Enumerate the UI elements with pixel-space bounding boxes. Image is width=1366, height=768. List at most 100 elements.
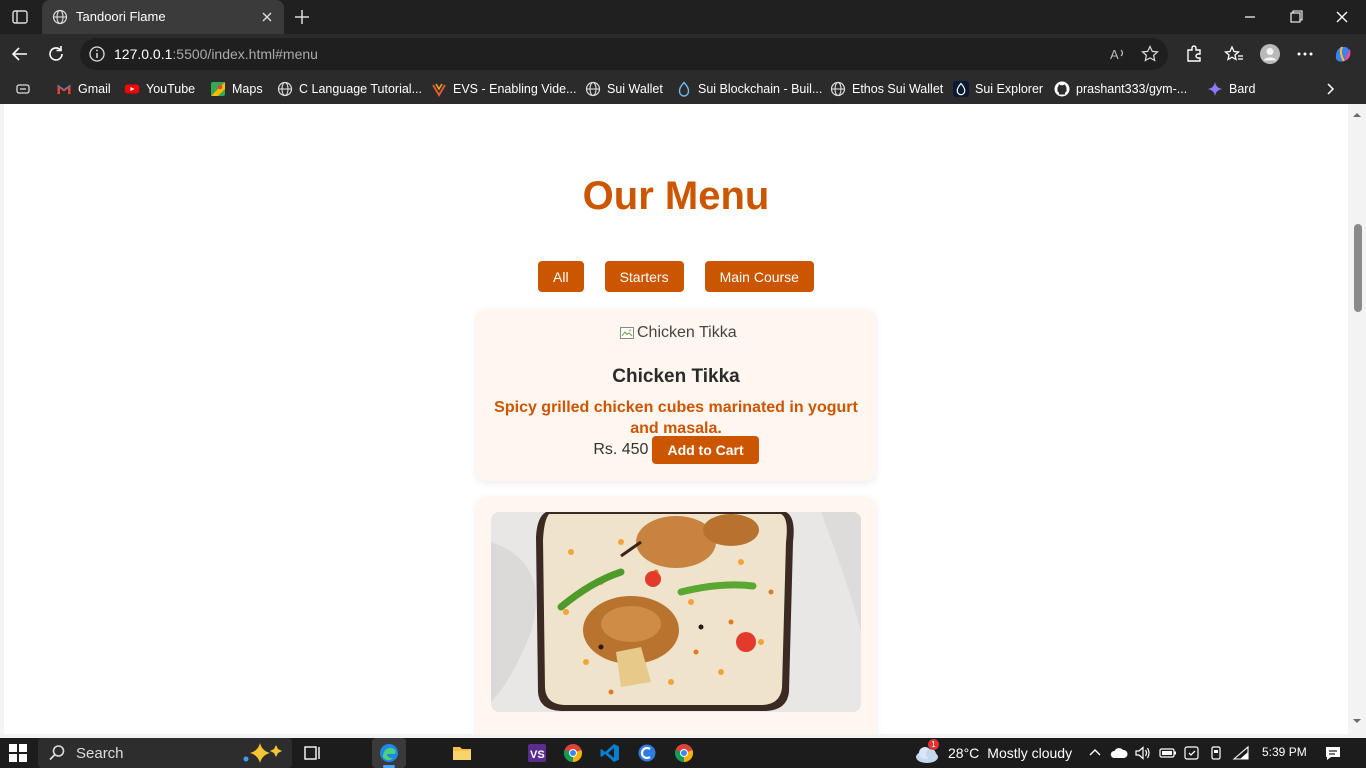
bookmark-evs[interactable]: EVS - Enabling Vide... [431,80,576,98]
vscode-icon[interactable] [599,742,621,764]
taskbar-search-box[interactable]: Search [38,738,292,768]
copilot-app-icon[interactable] [636,742,658,764]
page-scrollbar[interactable] [1348,104,1366,734]
dish-description: Spicy grilled chicken cubes marinated in… [494,399,858,437]
chrome-icon[interactable] [562,742,584,764]
refresh-icon[interactable] [45,43,67,65]
windows-taskbar: Search VS 1 28°C Mostly cloudy 5:39 PM [0,738,1366,768]
scrollbar-thumb[interactable] [1354,224,1362,312]
globe-icon [585,81,601,97]
bookmark-c-language[interactable]: C Language Tutorial... [277,80,422,98]
close-window-icon[interactable] [1322,5,1362,29]
usb-device-icon[interactable] [1207,745,1225,767]
extensions-icon[interactable] [1183,43,1205,65]
site-info-icon[interactable] [88,45,106,63]
tab-actions-icon[interactable] [10,7,30,27]
file-explorer-icon[interactable] [451,742,473,764]
tab-close-icon[interactable] [258,8,276,26]
globe-icon [277,81,293,97]
menu-filter-bar: All Starters Main Course [4,261,1348,292]
weather-widget[interactable]: 1 28°C Mostly cloudy [914,738,1072,768]
weather-notification-badge: 1 [928,739,939,750]
bookmark-sui-explorer[interactable]: Sui Explorer [953,80,1043,98]
bookmark-maps[interactable]: Maps [210,80,263,98]
task-view-icon[interactable] [303,742,323,764]
chrome-profile-icon[interactable] [673,742,695,764]
favorites-icon[interactable] [1223,43,1245,65]
dish-image-broken: Chicken Tikka [619,324,737,342]
url-text[interactable]: 127.0.0.1:5500/index.html#menu [114,46,318,62]
back-arrow-icon[interactable] [9,43,31,65]
dish-price: Rs. 450 [593,441,649,458]
security-shield-icon[interactable] [1183,745,1201,767]
read-aloud-icon[interactable]: A [1108,44,1128,64]
bookmark-label: YouTube [146,82,196,96]
visual-studio-icon[interactable]: VS [526,742,548,764]
collections-icon[interactable] [15,80,31,98]
address-bar[interactable]: 127.0.0.1:5500/index.html#menu A [80,38,1168,70]
browser-title-bar: Tandoori Flame [0,0,1366,34]
bookmark-label: Sui Explorer [975,82,1044,96]
bookmark-ethos-sui-wallet[interactable]: Ethos Sui Wallet [830,80,943,98]
bookmarks-bar: Gmail YouTube Maps C Language Tutorial..… [0,74,1366,104]
scroll-up-arrow-icon[interactable] [1352,110,1362,120]
new-tab-icon[interactable] [290,5,314,29]
broken-image-icon [620,327,634,339]
dish-name: Chicken Tikka [612,366,740,387]
filter-all-button[interactable]: All [538,261,584,292]
cloudy-weather-icon: 1 [914,739,940,764]
search-highlight-sparkle-icon [243,743,282,763]
bookmark-sui-blockchain[interactable]: Sui Blockchain - Buil... [676,80,822,98]
bookmark-github[interactable]: prashant333/gym-... [1054,80,1187,98]
taskbar-edge-active[interactable] [372,738,406,768]
more-options-icon[interactable] [1294,43,1316,65]
svg-text:A: A [1110,47,1119,62]
bookmark-youtube[interactable]: YouTube [124,80,195,98]
tab-tandoori-flame[interactable]: Tandoori Flame [42,0,284,34]
profile-avatar-icon[interactable] [1259,43,1281,65]
onedrive-cloud-icon[interactable] [1110,745,1128,767]
url-host: 127.0.0.1 [114,46,173,62]
page-viewport: Our Menu All Starters Main Course Chicke… [4,104,1348,734]
weather-condition: Mostly cloudy [987,745,1073,761]
menu-item-card [476,497,876,734]
evs-icon [432,83,446,97]
windows-start-icon[interactable] [9,744,27,766]
bookmark-gmail[interactable]: Gmail [56,80,111,98]
bookmark-label: EVS - Enabling Vide... [453,82,577,96]
copilot-icon[interactable] [1332,43,1354,65]
sui-drop-icon [678,81,690,97]
url-path: :5500/index.html#menu [172,46,318,62]
battery-icon[interactable] [1159,745,1177,767]
search-placeholder: Search [76,745,124,762]
sui-drop-icon [953,81,969,97]
weather-temperature: 28°C [948,745,980,761]
search-icon [49,745,65,761]
globe-icon [830,81,846,97]
menu-item-card: Chicken Tikka Chicken Tikka Spicy grille… [476,309,876,481]
bookmark-label: Maps [232,82,263,96]
minimize-icon[interactable] [1230,5,1270,29]
filter-main-course-button[interactable]: Main Course [704,261,814,292]
favorite-star-icon[interactable] [1140,44,1160,64]
youtube-icon [125,84,139,94]
system-clock[interactable]: 5:39 PM [1262,745,1307,759]
volume-icon[interactable] [1134,745,1152,767]
wifi-icon[interactable] [1232,745,1250,767]
bookmark-label: prashant333/gym-... [1076,82,1188,96]
bookmark-sui-wallet[interactable]: Sui Wallet [585,80,663,98]
page-title: Our Menu [582,174,770,218]
image-alt-text: Chicken Tikka [637,324,737,341]
add-to-cart-button[interactable]: Add to Cart [652,436,759,464]
filter-starters-button[interactable]: Starters [604,261,684,292]
globe-icon [52,9,68,25]
show-hidden-icons-chevron-icon[interactable] [1088,746,1102,768]
bookmark-bard[interactable]: Bard [1207,80,1255,98]
edge-browser-icon [380,744,398,762]
bookmark-label: Sui Wallet [607,82,663,96]
scroll-down-arrow-icon[interactable] [1352,716,1362,726]
restore-icon[interactable] [1276,5,1316,29]
bookmarks-overflow-chevron-icon[interactable] [1322,80,1338,98]
tab-title: Tandoori Flame [76,9,166,24]
notification-center-icon[interactable] [1324,744,1342,766]
